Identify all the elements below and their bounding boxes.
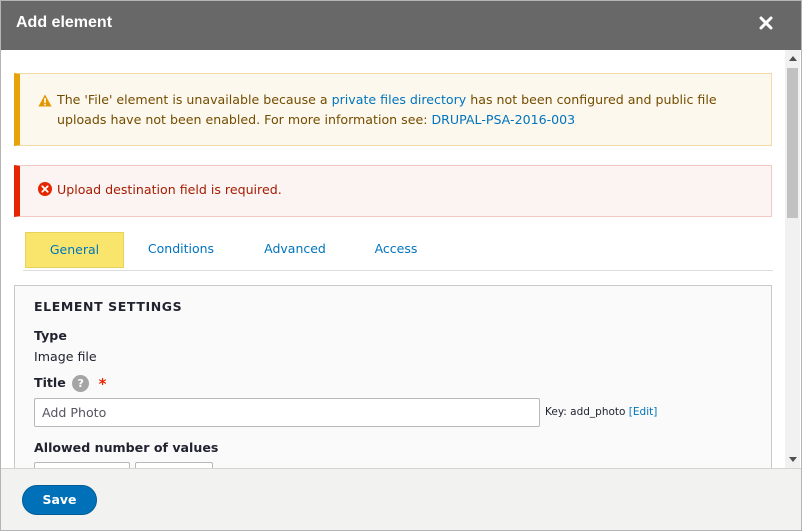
scroll-up-icon[interactable] [789, 56, 797, 61]
machine-name-key: Key: add_photo [545, 406, 626, 418]
psa-link[interactable]: DRUPAL-PSA-2016-003 [431, 112, 575, 127]
warning-text: The 'File' element is unavailable becaus… [57, 90, 767, 130]
title-input[interactable]: Add Photo [34, 398, 540, 427]
tab-access[interactable]: Access [362, 232, 430, 268]
error-text: Upload destination field is required. [57, 182, 282, 197]
warning-message: The 'File' element is unavailable becaus… [14, 73, 772, 146]
scrollbar-thumb[interactable] [787, 68, 798, 218]
edit-machine-name-link[interactable]: [Edit] [629, 406, 658, 418]
dialog-titlebar: Add element [1, 1, 801, 50]
close-icon[interactable] [755, 12, 777, 34]
warning-text-part: The 'File' element is unavailable becaus… [57, 92, 332, 107]
title-label-row: Title ? * [34, 375, 106, 393]
help-icon[interactable]: ? [72, 375, 90, 392]
tab-conditions[interactable]: Conditions [136, 232, 226, 268]
save-button[interactable]: Save [22, 485, 97, 515]
element-settings-legend: ELEMENT SETTINGS [34, 299, 183, 314]
machine-name-info: Key: add_photo [Edit] [545, 406, 657, 418]
tab-general[interactable]: General [25, 232, 124, 268]
tab-advanced[interactable]: Advanced [251, 232, 339, 268]
private-files-link[interactable]: private files directory [332, 92, 467, 107]
add-element-dialog: Add element The 'File' element is unavai… [0, 0, 802, 531]
required-marker: * [98, 375, 107, 393]
type-label: Type [34, 328, 67, 343]
scroll-down-icon[interactable] [789, 457, 797, 462]
dialog-footer: Save [1, 468, 801, 530]
error-icon [38, 182, 52, 202]
error-message: Upload destination field is required. [14, 165, 772, 217]
type-value: Image file [34, 349, 97, 364]
dialog-content: The 'File' element is unavailable becaus… [1, 50, 785, 468]
element-settings-panel: ELEMENT SETTINGS Type Image file Title ?… [14, 285, 772, 468]
allowed-values-label: Allowed number of values [34, 440, 219, 455]
tab-bar: General Conditions Advanced Access [23, 231, 773, 271]
title-label: Title [34, 375, 66, 390]
content-scrollbar[interactable] [785, 50, 800, 468]
dialog-title: Add element [16, 14, 113, 31]
warning-icon [38, 93, 52, 113]
